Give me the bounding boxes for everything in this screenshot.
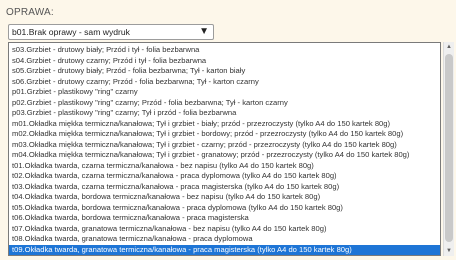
option-item[interactable]: s06.Grzbiet - drutowy czarny; Przód - fo… <box>9 77 440 87</box>
scroll-down-icon[interactable]: ▼ <box>444 246 454 256</box>
option-item[interactable]: m02.Okładka miękka termiczna/kanałowa; T… <box>9 129 440 139</box>
option-item[interactable]: s03.Grzbiet - drutowy biały; Przód i tył… <box>9 45 440 55</box>
option-item[interactable]: m03.Okładka miękka termiczna/kanałowa; T… <box>9 140 440 150</box>
option-item[interactable]: t03.Okładka twarda, czarna termiczna/kan… <box>9 182 440 192</box>
binding-select-value: b01.Brak oprawy - sam wydruk <box>12 27 130 37</box>
option-item[interactable]: t06.Okładka twarda, bordowa termiczna/ka… <box>9 213 440 223</box>
option-item[interactable]: s05.Grzbiet - drutowy biały; Przód - fol… <box>9 66 440 76</box>
option-item[interactable]: t01.Okładka twarda, czarna termiczna/kan… <box>9 161 440 171</box>
option-item[interactable]: s04.Grzbiet - drutowy czarny; Przód i ty… <box>9 56 440 66</box>
option-item[interactable]: t04.Okładka twarda, bordowa termiczna/ka… <box>9 192 440 202</box>
option-item[interactable]: p02.Grzbiet - plastikowy "ring" czarny; … <box>9 98 440 108</box>
option-item[interactable]: t07.Okładka twarda, granatowa termiczna/… <box>9 224 440 234</box>
option-item[interactable]: m04.Okładka miękka termiczna/kanałowa; T… <box>9 150 440 160</box>
option-item[interactable]: m01.Okładka miękka termiczna/kanałowa; T… <box>9 119 440 129</box>
option-item[interactable]: p03.Grzbiet - plastikowy "ring" czarny; … <box>9 108 440 118</box>
option-item[interactable]: p01.Grzbiet - plastikowy "ring" czarny <box>9 87 440 97</box>
binding-label: OPRAWA: <box>6 7 54 18</box>
scrollbar[interactable]: ▲ ▼ <box>443 42 454 256</box>
scrollbar-thumb[interactable] <box>445 54 453 242</box>
option-item[interactable]: t09.Okładka twarda, granatowa termiczna/… <box>9 244 440 255</box>
option-item[interactable]: t08.Okładka twarda, granatowa termiczna/… <box>9 234 440 244</box>
binding-select[interactable]: b01.Brak oprawy - sam wydruk ▼ <box>8 24 214 40</box>
chevron-down-icon[interactable]: ▼ <box>199 25 209 39</box>
option-item[interactable]: t05.Okładka twarda, bordowa termiczna/ka… <box>9 203 440 213</box>
binding-options-list[interactable]: s03.Grzbiet - drutowy biały; Przód i tył… <box>8 42 441 256</box>
form-panel: OPRAWA: b01.Brak oprawy - sam wydruk ▼ s… <box>0 0 456 260</box>
scroll-up-icon[interactable]: ▲ <box>444 42 454 52</box>
option-item[interactable]: t02.Okładka twarda, czarna termiczna/kan… <box>9 171 440 181</box>
